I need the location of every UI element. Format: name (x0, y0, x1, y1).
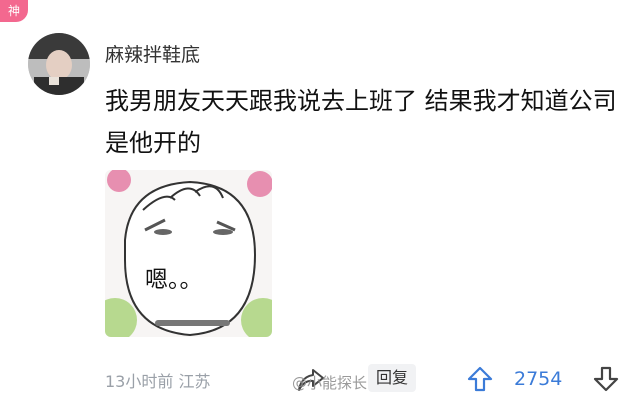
hot-comment-badge: 神 (0, 0, 28, 22)
arrow-up-icon[interactable] (466, 365, 494, 393)
meme-caption: 嗯。。 (145, 267, 203, 293)
username[interactable]: 麻辣拌鞋底 (105, 40, 200, 67)
timestamp-location: 13小时前 江苏 (105, 372, 211, 391)
avatar[interactable] (28, 33, 90, 95)
comment-footer: 13小时前 江苏 @小能探长 回复 2754 (0, 360, 639, 400)
reply-button[interactable]: 回复 (368, 364, 416, 392)
like-count: 2754 (514, 368, 563, 390)
meme-image[interactable]: 嗯。。 (105, 170, 272, 337)
avatar-image (28, 33, 90, 95)
watermark: @小能探长 (292, 374, 368, 392)
arrow-down-icon[interactable] (592, 365, 620, 393)
comment-text: 我男朋友天天跟我说去上班了 结果我才知道公司是他开的 (105, 87, 617, 157)
meme-face-illustration (105, 170, 272, 337)
